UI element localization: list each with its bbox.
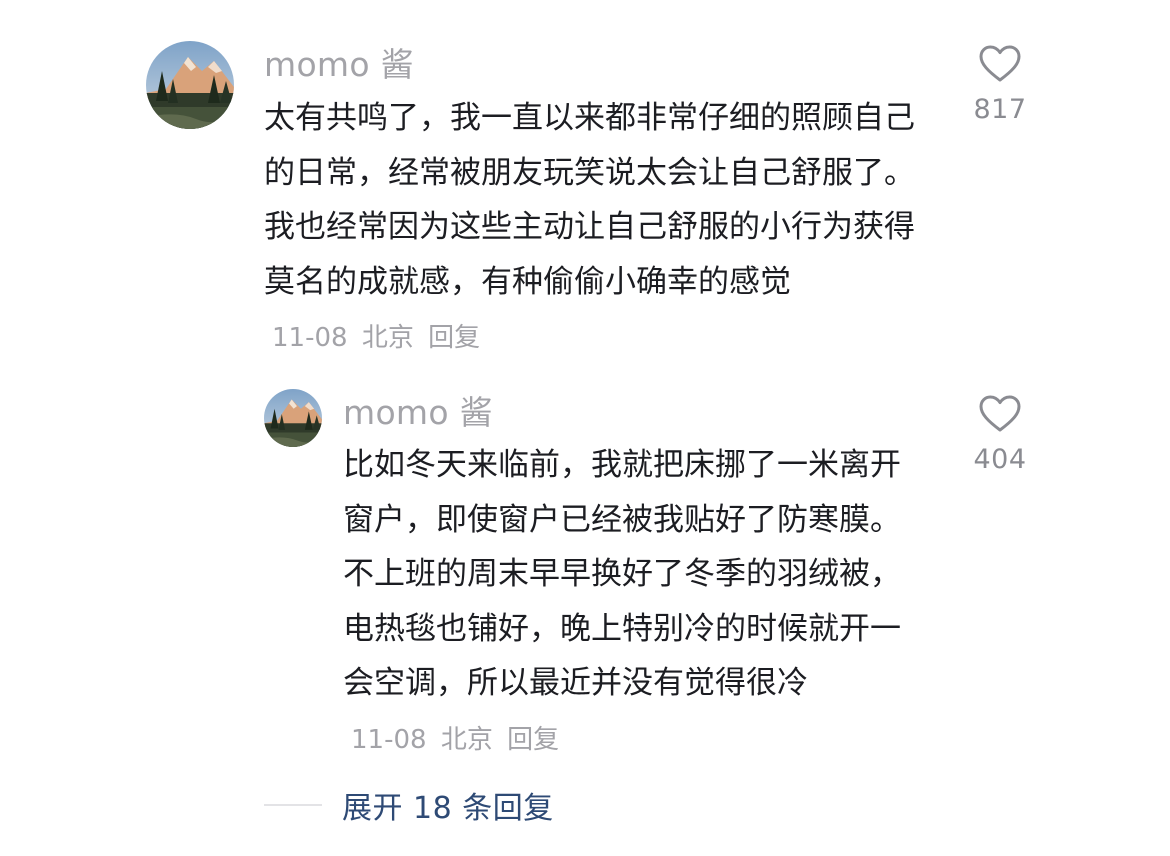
comment-text: 太有共鸣了，我一直以来都非常仔细的照顾自己的日常，经常被朋友玩笑说太会让自己舒服… (264, 100, 915, 300)
like-button[interactable]: 817 (960, 44, 1040, 125)
divider-line (264, 804, 322, 806)
heart-outline-icon (979, 395, 1021, 432)
mountain-landscape-avatar (146, 41, 234, 129)
avatar[interactable] (146, 41, 234, 129)
comment-date: 11-08 (272, 323, 348, 353)
like-button[interactable]: 404 (960, 394, 1040, 475)
like-count: 817 (973, 94, 1027, 125)
comment-body: 比如冬天来临前，我就把床挪了一米离开窗户，即使窗户已经被我贴好了防寒膜。不上班的… (343, 438, 907, 767)
expand-replies-label: 展开 18 条回复 (342, 791, 554, 826)
mountain-landscape-avatar (264, 389, 322, 447)
like-count: 404 (973, 444, 1027, 475)
comment-meta: 11-08 北京 回复 (272, 323, 486, 353)
comment-location: 北京 (361, 323, 414, 353)
expand-replies-button[interactable]: 展开 18 条回复 (264, 780, 554, 830)
comment-location: 北京 (440, 724, 493, 755)
comment-text: 比如冬天来临前，我就把床挪了一米离开窗户，即使窗户已经被我贴好了防寒膜。不上班的… (343, 447, 901, 701)
comment-username[interactable]: momo 酱 (264, 43, 414, 87)
avatar[interactable] (264, 389, 322, 447)
reply-button[interactable]: 回复 (507, 725, 559, 755)
reply-button[interactable]: 回复 (428, 323, 480, 353)
comment-body: 太有共鸣了，我一直以来都非常仔细的照顾自己的日常，经常被朋友玩笑说太会让自己舒服… (264, 91, 932, 366)
heart-outline-icon (979, 45, 1021, 82)
comment-username[interactable]: momo 酱 (343, 391, 493, 435)
comment-date: 11-08 (351, 724, 427, 755)
comment-meta: 11-08 北京 回复 (351, 725, 565, 755)
